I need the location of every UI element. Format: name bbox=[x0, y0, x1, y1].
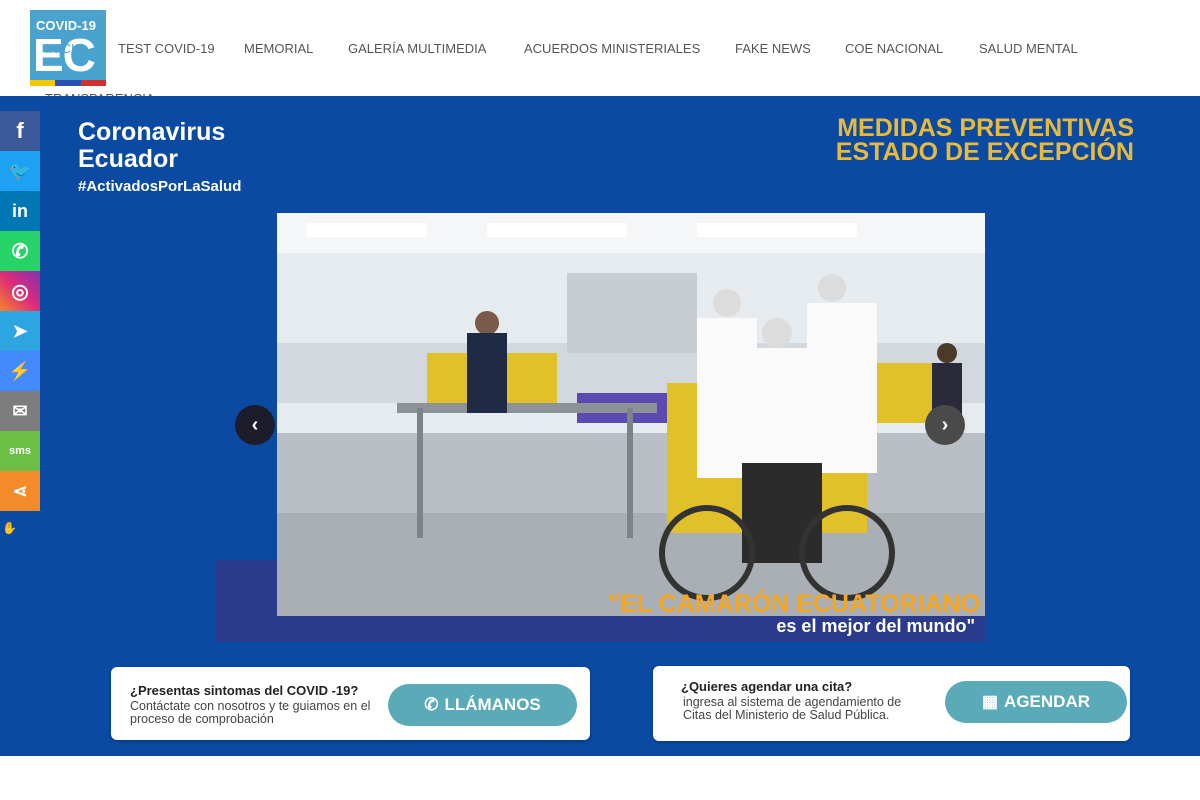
symptoms-card: ¿Presentas sintomas del COVID -19? Contá… bbox=[111, 667, 590, 740]
schedule-button[interactable]: ▦ AGENDAR bbox=[945, 681, 1127, 723]
chevron-left-icon: ‹ bbox=[251, 413, 259, 436]
hide-share-bar-button[interactable]: ✋ bbox=[2, 521, 17, 535]
telegram-share-button[interactable]: ➤ bbox=[0, 311, 40, 351]
twitter-icon: 🐦 bbox=[8, 160, 32, 181]
slide-caption-title: "EL CAMARÓN ECUATORIANO bbox=[608, 590, 980, 618]
slide-caption-subtitle: es el mejor del mundo" bbox=[776, 616, 975, 636]
logo-stripe bbox=[30, 80, 106, 86]
nav-item-acuerdos[interactable]: ACUERDOS MINISTERIALES bbox=[524, 41, 700, 56]
nav-item-inicio[interactable]: INICIO bbox=[45, 41, 85, 56]
email-icon: ✉ bbox=[12, 400, 28, 421]
telegram-icon: ➤ bbox=[12, 320, 28, 341]
hand-icon: ✋ bbox=[2, 521, 17, 535]
messenger-share-button[interactable]: ⚡ bbox=[0, 351, 40, 391]
call-us-button[interactable]: ✆ LLÁMANOS bbox=[388, 684, 577, 726]
phone-icon: ✆ bbox=[424, 695, 439, 714]
facebook-share-button[interactable]: f bbox=[0, 111, 40, 151]
instagram-share-button[interactable]: ◎ bbox=[0, 271, 40, 311]
facebook-icon: f bbox=[16, 118, 24, 143]
linkedin-icon: in bbox=[12, 200, 28, 221]
slide-photo bbox=[277, 213, 985, 616]
chevron-right-icon: › bbox=[941, 413, 949, 436]
twitter-share-button[interactable]: 🐦 bbox=[0, 151, 40, 191]
appointment-card-title: ¿Quieres agendar una cita? bbox=[681, 679, 853, 694]
symptoms-card-text: Contáctate con nosotros y te guiamos en … bbox=[130, 699, 371, 726]
nav-item-test-covid[interactable]: TEST COVID-19 bbox=[118, 41, 215, 56]
schedule-button-label: AGENDAR bbox=[1004, 692, 1090, 711]
nav-item-galeria[interactable]: GALERÍA MULTIMEDIA bbox=[348, 41, 486, 56]
carousel-prev-button[interactable]: ‹ bbox=[235, 405, 275, 445]
sms-share-button[interactable]: sms bbox=[0, 431, 40, 471]
hero-banner: Coronavirus Ecuador #ActivadosPorLaSalud… bbox=[0, 96, 1200, 756]
nav-item-coe[interactable]: COE NACIONAL bbox=[845, 41, 943, 56]
carousel-slide-image bbox=[277, 213, 985, 616]
sms-icon: sms bbox=[8, 445, 32, 457]
call-us-button-label: LLÁMANOS bbox=[444, 695, 541, 714]
appointment-card: ¿Quieres agendar una cita? ingresa al si… bbox=[653, 666, 1130, 741]
brand-title-line2: Ecuador bbox=[78, 145, 179, 173]
symptoms-card-title: ¿Presentas sintomas del COVID -19? bbox=[130, 683, 359, 698]
brand-hashtag: #ActivadosPorLaSalud bbox=[78, 178, 242, 195]
nav-item-salud-mental[interactable]: SALUD MENTAL bbox=[979, 41, 1078, 56]
appointment-card-text: ingresa al sistema de agendamiento de Ci… bbox=[683, 695, 902, 722]
brand-title-line1: Coronavirus bbox=[78, 118, 226, 146]
site-header: COVID-19 EC INICIO TEST COVID-19 MEMORIA… bbox=[0, 0, 1200, 106]
calendar-icon: ▦ bbox=[981, 692, 999, 711]
whatsapp-icon: ✆ bbox=[11, 240, 29, 263]
medidas-heading: MEDIDAS PREVENTIVAS ESTADO DE EXCEPCIÓN bbox=[835, 114, 1134, 166]
email-share-button[interactable]: ✉ bbox=[0, 391, 40, 431]
carousel-next-button[interactable]: › bbox=[925, 405, 965, 445]
share-icon: ⋖ bbox=[12, 480, 28, 501]
more-share-button[interactable]: ⋖ bbox=[0, 471, 40, 511]
nav-item-memorial[interactable]: MEMORIAL bbox=[244, 41, 313, 56]
instagram-icon: ◎ bbox=[11, 280, 29, 303]
messenger-icon: ⚡ bbox=[8, 360, 32, 381]
whatsapp-share-button[interactable]: ✆ bbox=[0, 231, 40, 271]
nav-item-fake-news[interactable]: FAKE NEWS bbox=[735, 41, 811, 56]
linkedin-share-button[interactable]: in bbox=[0, 191, 40, 231]
social-share-bar: f 🐦 in ✆ ◎ ➤ ⚡ ✉ sms ⋖ bbox=[0, 111, 40, 511]
